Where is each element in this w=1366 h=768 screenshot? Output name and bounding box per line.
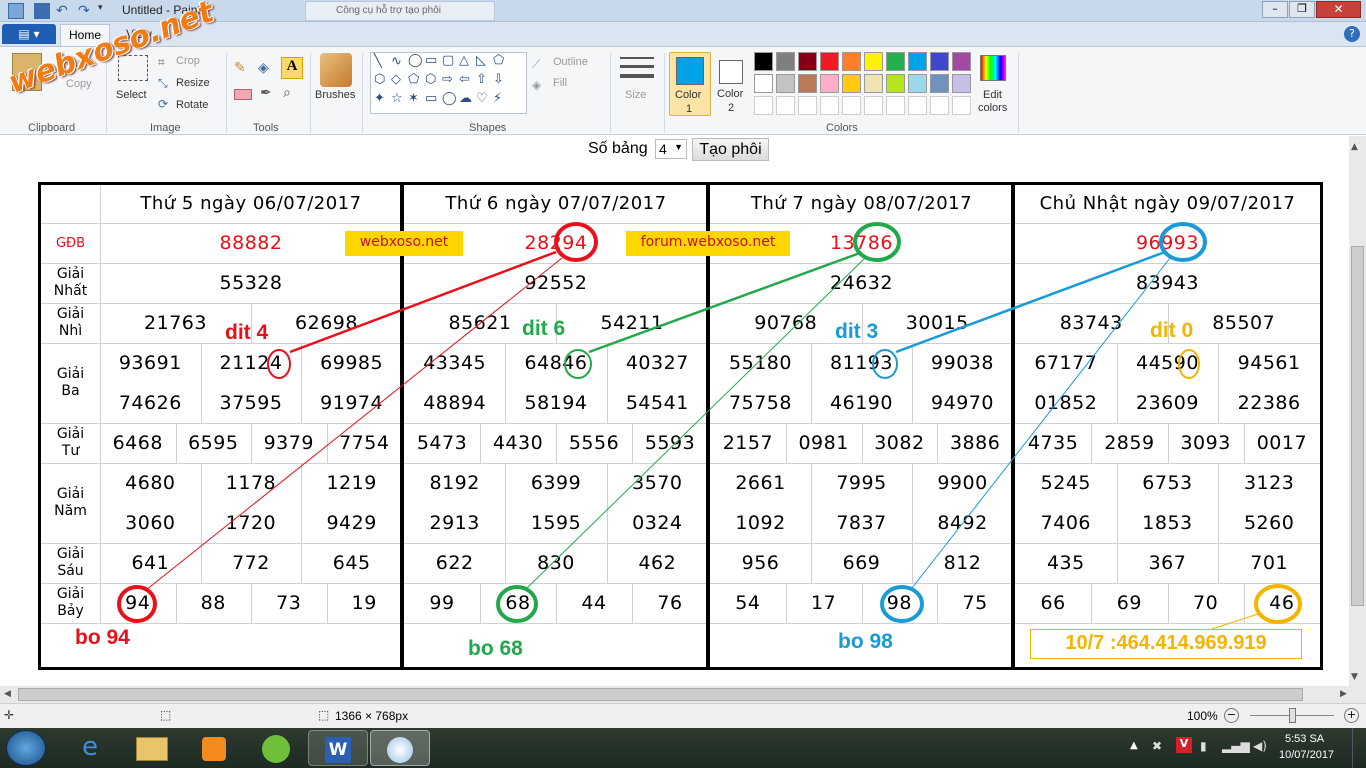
battery-icon[interactable]: ▮	[1200, 739, 1207, 753]
highlight-ring	[1178, 349, 1200, 379]
connector-line	[145, 257, 563, 591]
network-icon[interactable]: ✖	[1152, 739, 1162, 753]
highlight-ring	[496, 585, 538, 623]
coccoc-browser-icon[interactable]	[246, 730, 306, 766]
selection-size-icon: ⬚	[160, 708, 172, 722]
show-hidden-icons[interactable]: ▲	[1130, 740, 1138, 751]
highlight-ring	[564, 349, 592, 379]
status-bar: ✛ ⬚ ⬚ 1366 × 768px 100% − +	[0, 703, 1366, 728]
taskbar: e W ▲ ✖ V ▮ ▂▄▆ ◀) 5:53 SA 10/07/2017	[0, 728, 1366, 768]
cursor-position-icon: ✛	[4, 708, 15, 722]
start-button[interactable]	[6, 730, 46, 766]
highlight-ring	[880, 585, 924, 623]
internet-explorer-icon[interactable]: e	[60, 730, 120, 766]
highlight-ring	[1159, 222, 1207, 262]
paint-taskbar-icon[interactable]	[370, 730, 430, 766]
zoom-in-button[interactable]: +	[1344, 708, 1359, 723]
connector-line	[289, 250, 557, 354]
volume-icon[interactable]: ◀)	[1253, 739, 1267, 753]
highlight-ring	[117, 585, 157, 623]
annotation-overlay	[117, 222, 1302, 630]
connector-line	[911, 257, 1171, 589]
highlight-ring	[853, 222, 901, 262]
file-explorer-icon[interactable]	[122, 730, 182, 766]
word-icon[interactable]: W	[308, 730, 368, 766]
signal-icon[interactable]: ▂▄▆	[1222, 739, 1250, 753]
highlight-ring	[872, 349, 898, 379]
highlight-ring	[1254, 584, 1302, 624]
zoom-out-button[interactable]: −	[1224, 708, 1239, 723]
zoom-slider-thumb[interactable]	[1289, 708, 1296, 723]
clock-date[interactable]: 10/07/2017	[1279, 749, 1334, 761]
horizontal-scroll-thumb[interactable]	[18, 688, 1303, 701]
zoom-level: 100%	[1187, 709, 1218, 723]
scroll-right-icon[interactable]: ▶	[1340, 689, 1347, 699]
connector-line	[1211, 613, 1259, 630]
media-player-icon[interactable]	[184, 730, 244, 766]
highlight-ring	[267, 349, 291, 379]
connector-line	[895, 250, 1166, 354]
horizontal-scrollbar[interactable]: ◀ ▶	[0, 686, 1366, 703]
highlight-ring	[554, 222, 598, 262]
show-desktop-button[interactable]	[1352, 728, 1366, 768]
clock-time[interactable]: 5:53 SA	[1285, 733, 1324, 745]
image-dimensions: 1366 × 768px	[335, 709, 409, 723]
antivirus-icon[interactable]: V	[1176, 737, 1192, 753]
connector-line	[526, 257, 866, 589]
scroll-left-icon[interactable]: ◀	[4, 689, 11, 699]
image-size-icon: ⬚	[318, 708, 330, 722]
